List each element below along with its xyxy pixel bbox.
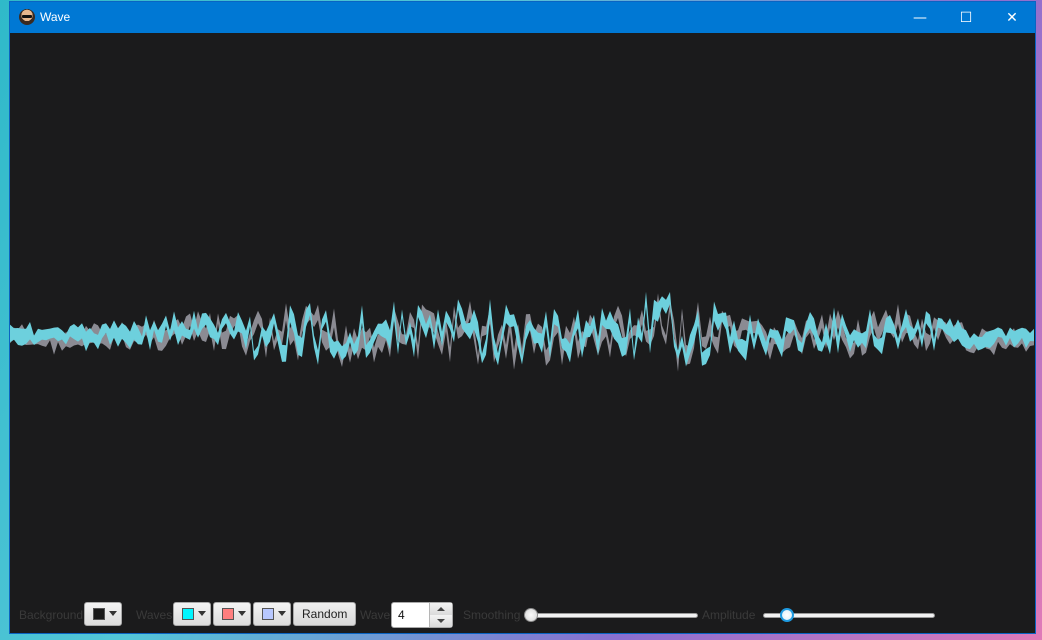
control-bar: Background Waves Random Wave 4 Smoothing: [10, 600, 1035, 630]
wave-color-picker-2[interactable]: [213, 602, 251, 626]
random-button[interactable]: Random: [293, 602, 357, 626]
chevron-down-icon: [109, 611, 117, 616]
slider-track: [524, 613, 698, 618]
minimize-button[interactable]: —: [897, 2, 943, 33]
waves-label: Waves: [136, 608, 173, 622]
sunglasses-avatar-icon: [19, 9, 35, 25]
wave-color-picker-3[interactable]: [253, 602, 291, 626]
amplitude-label: Amplitude: [702, 608, 756, 622]
title-bar[interactable]: Wave — ☐ ✕: [10, 2, 1035, 33]
arrow-down-icon: [437, 619, 445, 623]
chevron-down-icon: [198, 611, 206, 616]
arrow-up-icon: [437, 607, 445, 611]
smoothing-slider[interactable]: [524, 608, 698, 622]
wave-color-swatch: [262, 608, 274, 620]
wave-count-spinner[interactable]: 4: [391, 602, 453, 628]
wave-color-swatch: [222, 608, 234, 620]
chevron-down-icon: [278, 611, 286, 616]
decrement-button[interactable]: [429, 615, 452, 627]
slider-thumb[interactable]: [524, 608, 538, 622]
wave-label: Wave: [360, 608, 391, 622]
smoothing-label: Smoothing: [463, 608, 521, 622]
app-window: Wave — ☐ ✕ Background Waves Random Wave …: [10, 2, 1035, 633]
waveform-graphic: [10, 291, 1034, 372]
chevron-down-icon: [238, 611, 246, 616]
window-title: Wave: [40, 10, 71, 24]
wave-canvas: [10, 33, 1035, 633]
wave-count-value[interactable]: 4: [398, 608, 405, 622]
background-color-picker[interactable]: [84, 602, 122, 626]
slider-thumb[interactable]: [780, 608, 794, 622]
wave-color-swatch: [182, 608, 194, 620]
wave-color-picker-1[interactable]: [173, 602, 211, 626]
close-button[interactable]: ✕: [989, 2, 1035, 33]
amplitude-slider[interactable]: [763, 608, 935, 622]
maximize-button[interactable]: ☐: [943, 2, 989, 33]
background-color-swatch: [93, 608, 105, 620]
background-label: Background: [19, 608, 84, 622]
